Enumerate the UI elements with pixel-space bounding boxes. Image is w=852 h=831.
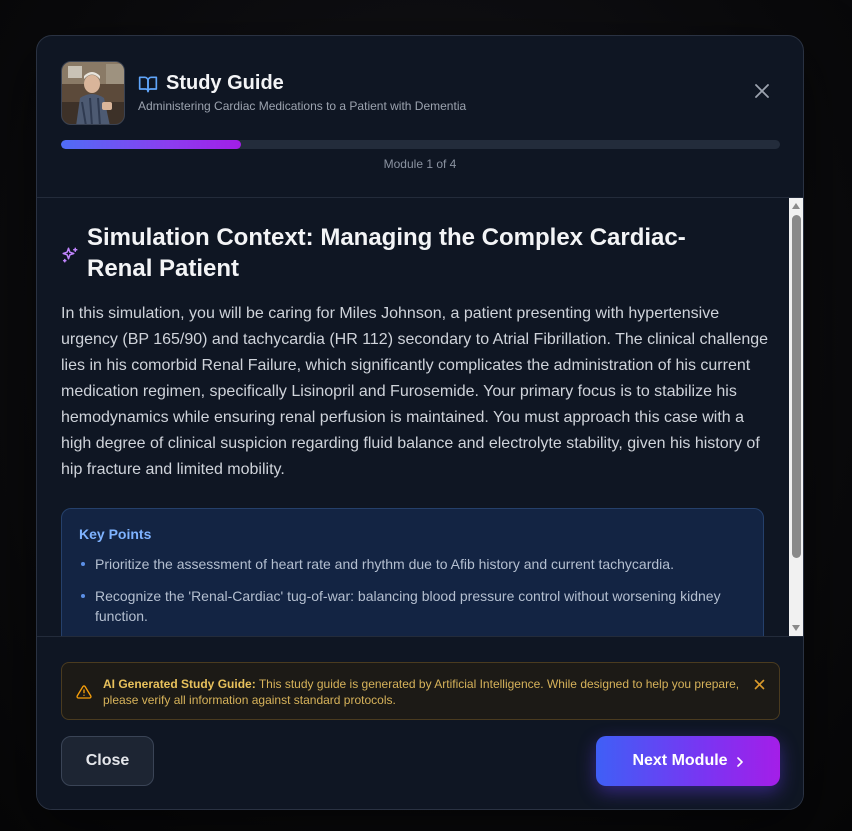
disclaimer-label: AI Generated Study Guide: xyxy=(103,677,256,691)
content-scrollbar[interactable] xyxy=(789,198,803,636)
module-progress-bar xyxy=(61,140,780,149)
sparkles-icon xyxy=(61,246,79,264)
chevron-right-icon xyxy=(736,755,744,767)
ai-disclaimer-banner: AI Generated Study Guide: This study gui… xyxy=(61,662,780,720)
close-icon[interactable] xyxy=(753,82,771,100)
key-point-item: Prioritize the assessment of heart rate … xyxy=(79,554,739,574)
module-counter: Module 1 of 4 xyxy=(383,157,457,171)
modal-header: Study Guide Administering Cardiac Medica… xyxy=(37,36,803,198)
dismiss-disclaimer-icon[interactable] xyxy=(754,677,765,690)
key-point-text: Prioritize the assessment of heart rate … xyxy=(95,556,674,572)
bullet-icon xyxy=(81,594,85,598)
scroll-thumb[interactable] xyxy=(792,215,801,558)
section-title: Simulation Context: Managing the Complex… xyxy=(87,224,686,282)
title-row: Study Guide xyxy=(138,72,284,95)
scroll-up-arrow-icon[interactable] xyxy=(792,203,800,209)
close-button-label: Close xyxy=(85,752,130,769)
module-content[interactable]: Simulation Context: Managing the Complex… xyxy=(37,198,803,636)
key-point-item: Recognize the 'Renal-Cardiac' tug-of-war… xyxy=(79,586,739,626)
module-progress-fill xyxy=(61,140,241,149)
close-button[interactable]: Close xyxy=(61,736,154,786)
study-guide-modal: Study Guide Administering Cardiac Medica… xyxy=(36,35,804,810)
modal-footer: AI Generated Study Guide: This study gui… xyxy=(37,636,803,809)
next-module-button[interactable]: Next Module xyxy=(596,736,780,786)
key-points-box: Key Points Prioritize the assessment of … xyxy=(61,508,764,636)
disclaimer-text: AI Generated Study Guide: This study gui… xyxy=(103,676,743,708)
alert-triangle-icon xyxy=(76,684,92,700)
key-point-text: Recognize the 'Renal-Cardiac' tug-of-war… xyxy=(95,588,721,624)
key-points-title: Key Points xyxy=(79,526,152,542)
modal-title: Study Guide xyxy=(166,72,284,94)
next-module-label: Next Module xyxy=(632,752,728,769)
bullet-icon xyxy=(81,562,85,566)
key-points-list: Prioritize the assessment of heart rate … xyxy=(79,554,739,636)
section-body: In this simulation, you will be caring f… xyxy=(61,305,769,478)
scroll-down-arrow-icon[interactable] xyxy=(792,625,800,631)
patient-avatar xyxy=(61,61,125,125)
book-open-icon xyxy=(138,74,158,94)
modal-subtitle: Administering Cardiac Medications to a P… xyxy=(138,99,467,113)
